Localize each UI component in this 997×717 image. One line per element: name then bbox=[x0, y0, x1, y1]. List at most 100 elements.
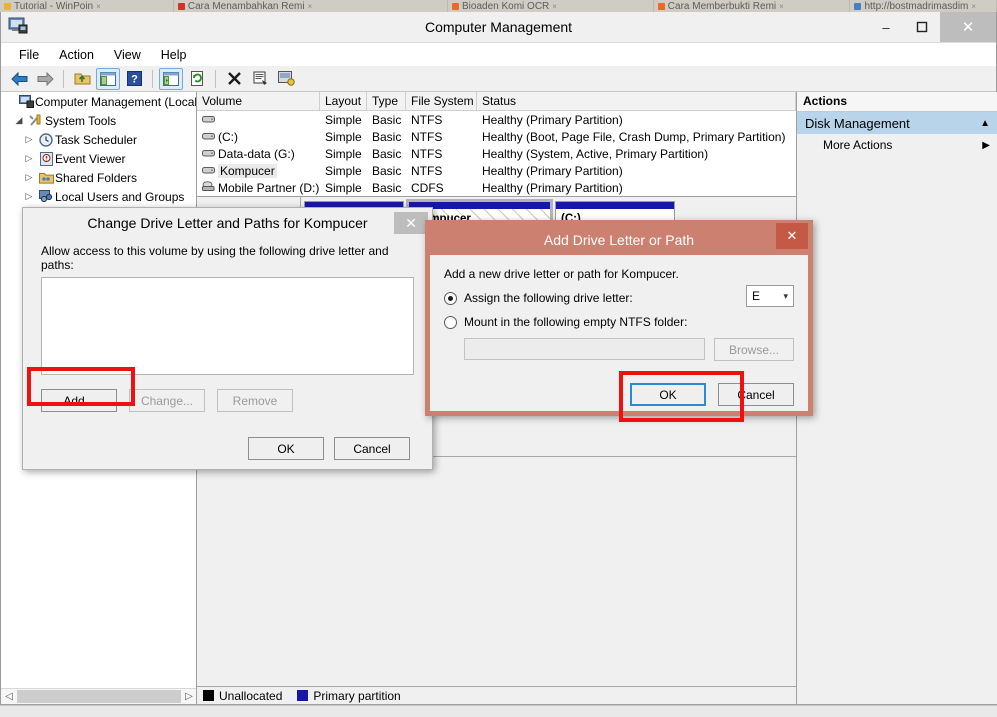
chevron-right-icon[interactable]: ▶ bbox=[982, 140, 990, 151]
menu-bar: File Action View Help bbox=[1, 42, 996, 66]
up-folder-icon[interactable] bbox=[70, 68, 94, 90]
sidebar-item-event-viewer[interactable]: ▷ Event Viewer bbox=[1, 149, 196, 168]
show-action-pane-icon[interactable] bbox=[159, 67, 183, 90]
browser-tab[interactable]: Cara Menambahkan Remi × bbox=[173, 0, 448, 12]
change-dialog-ok-button[interactable]: OK bbox=[248, 437, 324, 460]
volume-status: Healthy (Primary Partition) bbox=[482, 163, 623, 178]
tree-expander-icon[interactable]: ◢ bbox=[11, 115, 27, 126]
tab-close-icon[interactable]: × bbox=[779, 2, 784, 11]
menu-item-file[interactable]: File bbox=[9, 45, 49, 65]
column-header-file-system[interactable]: File System bbox=[406, 92, 477, 110]
column-header-type[interactable]: Type bbox=[367, 92, 406, 110]
tree-expander-icon[interactable]: ▷ bbox=[21, 153, 37, 164]
favicon-icon bbox=[452, 2, 459, 10]
tree-expander-icon[interactable]: ▷ bbox=[21, 134, 37, 145]
help-icon[interactable]: ? bbox=[122, 68, 146, 90]
volume-list-rows: Simple Basic NTFS Healthy (Primary Partitio… bbox=[197, 111, 796, 196]
assign-radio-icon[interactable] bbox=[444, 291, 457, 305]
actions-item-more-actions[interactable]: More Actions ▶ bbox=[797, 134, 997, 156]
volume-status: Healthy (Primary Partition) bbox=[482, 180, 623, 195]
tree-expander-icon[interactable]: ▷ bbox=[21, 191, 37, 202]
close-button[interactable]: ✕ bbox=[940, 12, 996, 42]
status-bar bbox=[0, 705, 997, 717]
mount-ntfs-folder-option[interactable]: Mount in the following empty NTFS folder… bbox=[444, 315, 794, 329]
volume-layout: Simple bbox=[325, 163, 362, 178]
actions-item-disk-management[interactable]: Disk Management ▲ bbox=[797, 112, 997, 134]
rescan-disks-icon[interactable] bbox=[274, 68, 298, 90]
change-dialog-action-buttons: Add... Change... Remove bbox=[27, 367, 422, 412]
forward-icon[interactable] bbox=[33, 68, 57, 90]
show-console-tree-icon[interactable] bbox=[96, 67, 120, 90]
browser-tab[interactable]: http://bostmadrimasdim × bbox=[850, 0, 997, 12]
sidebar-item-shared-folders[interactable]: ▷ Shared Folders bbox=[1, 168, 196, 187]
mount-path-input[interactable] bbox=[464, 338, 705, 360]
scroll-thumb[interactable] bbox=[17, 690, 181, 703]
tree-horizontal-scrollbar[interactable]: ◁ ▷ bbox=[1, 688, 196, 704]
add-dialog-close-button[interactable]: ✕ bbox=[776, 223, 808, 249]
remove-button: Remove bbox=[217, 389, 293, 412]
chevron-up-icon[interactable]: ▲ bbox=[980, 118, 990, 129]
users-icon bbox=[37, 190, 55, 203]
menu-item-action[interactable]: Action bbox=[49, 45, 104, 65]
mount-radio-icon[interactable] bbox=[444, 315, 457, 329]
delete-icon[interactable] bbox=[222, 68, 246, 90]
browser-tab-label: http://bostmadrimasdim bbox=[864, 0, 969, 12]
folder-share-icon bbox=[37, 171, 55, 184]
refresh-icon[interactable] bbox=[185, 68, 209, 90]
minimize-button[interactable]: – bbox=[868, 12, 904, 42]
tree-root-computer-management[interactable]: Computer Management (Local bbox=[1, 92, 196, 111]
table-row[interactable]: (C:) Simple Basic NTFS Healthy (Boot, Page F… bbox=[197, 128, 796, 145]
change-dialog-close-button[interactable]: ✕ bbox=[394, 212, 428, 234]
scroll-right-arrow-icon[interactable]: ▷ bbox=[181, 691, 196, 702]
scroll-left-arrow-icon[interactable]: ◁ bbox=[1, 691, 17, 702]
add-dialog-body: Add a new drive letter or path for Kompu… bbox=[430, 255, 808, 422]
tab-close-icon[interactable]: × bbox=[552, 2, 557, 11]
table-row[interactable]: Simple Basic NTFS Healthy (Primary Partitio… bbox=[197, 111, 796, 128]
properties-icon[interactable] bbox=[248, 68, 272, 90]
tree-expander-icon[interactable]: ▷ bbox=[21, 172, 37, 183]
volume-list: Volume Layout Type File System Status Simple… bbox=[197, 92, 796, 197]
table-row[interactable]: Data-data (G:) Simple Basic NTFS Healthy (Sy… bbox=[197, 145, 796, 162]
browser-tab[interactable]: Tutorial - WinPoin × bbox=[0, 0, 174, 12]
volume-file-system: NTFS bbox=[411, 163, 443, 178]
assign-drive-letter-option[interactable]: Assign the following drive letter: bbox=[444, 291, 794, 305]
browser-tab-label: Tutorial - WinPoin bbox=[14, 0, 94, 12]
browser-tab[interactable]: Cara Memberbukti Remi × bbox=[653, 0, 851, 12]
change-dialog-ok-cancel: OK Cancel bbox=[33, 412, 422, 460]
volume-layout: Simple bbox=[325, 146, 362, 161]
sidebar-item-task-scheduler[interactable]: ▷ Task Scheduler bbox=[1, 130, 196, 149]
change-dialog-cancel-button[interactable]: Cancel bbox=[334, 437, 410, 460]
chevron-down-icon[interactable]: ▾ bbox=[783, 291, 788, 302]
sidebar-item-system-tools[interactable]: ◢ System Tools bbox=[1, 111, 196, 130]
browser-tab-label: Bioaden Komi OCR bbox=[462, 0, 550, 12]
maximize-button[interactable] bbox=[904, 12, 940, 42]
browser-tab[interactable]: Bioaden Komi OCR × bbox=[448, 0, 654, 12]
partition-legend: Unallocated Primary partition bbox=[197, 686, 796, 704]
volume-file-system: NTFS bbox=[411, 112, 443, 127]
menu-item-view[interactable]: View bbox=[104, 45, 151, 65]
volume-status: Healthy (Boot, Page File, Crash Dump, Pr… bbox=[482, 129, 786, 144]
tree-item-label: System Tools bbox=[45, 113, 117, 128]
sidebar-item-local-users-and-groups[interactable]: ▷ Local Users and Groups bbox=[1, 187, 196, 206]
column-header-status[interactable]: Status bbox=[477, 92, 796, 110]
drive-letter-select[interactable]: E ▾ bbox=[746, 285, 794, 307]
column-header-volume[interactable]: Volume bbox=[197, 92, 320, 110]
add-dialog-ok-cancel: OK Cancel bbox=[444, 371, 794, 422]
tab-close-icon[interactable]: × bbox=[96, 2, 101, 11]
toolbar-separator bbox=[215, 69, 216, 88]
volume-name: (C:) bbox=[218, 129, 238, 144]
browser-tab-strip: Tutorial - WinPoin × Cara Menambahkan Remi… bbox=[0, 0, 997, 12]
drive-paths-listbox[interactable] bbox=[41, 277, 414, 375]
volume-status: Healthy (Primary Partition) bbox=[482, 112, 623, 127]
add-button-highlight-box bbox=[27, 367, 135, 406]
table-row[interactable]: Mobile Partner (D:) Simple Basic CDFS Health… bbox=[197, 179, 796, 196]
tab-close-icon[interactable]: × bbox=[971, 2, 976, 11]
tab-close-icon[interactable]: × bbox=[308, 2, 313, 11]
table-row[interactable]: Kompucer Simple Basic NTFS Healthy (Primary … bbox=[197, 162, 796, 179]
tools-icon bbox=[27, 114, 45, 127]
column-header-layout[interactable]: Layout bbox=[320, 92, 367, 110]
volume-name: Data-data (G:) bbox=[218, 146, 295, 161]
menu-item-help[interactable]: Help bbox=[151, 45, 197, 65]
back-icon[interactable] bbox=[7, 68, 31, 90]
volume-type: Basic bbox=[372, 180, 402, 195]
